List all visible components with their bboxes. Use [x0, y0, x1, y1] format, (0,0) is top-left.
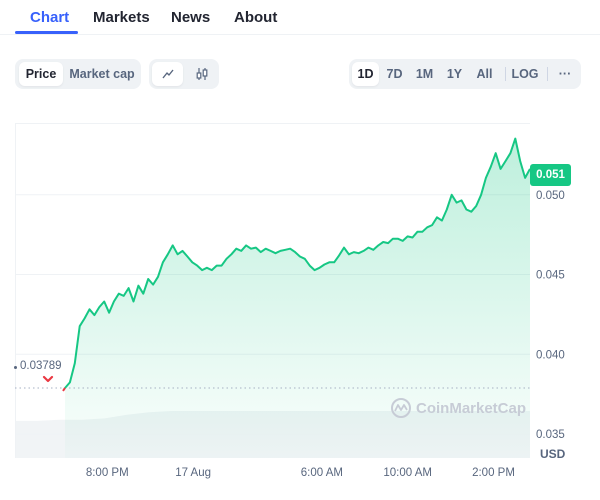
- open-price-marker: [14, 366, 17, 369]
- coinmarketcap-watermark: CoinMarketCap: [390, 397, 526, 419]
- y-tick-label: 0.040: [536, 349, 565, 361]
- y-tick-label: 0.045: [536, 270, 565, 282]
- below-open-segment: [62, 387, 66, 392]
- watermark-text: CoinMarketCap: [416, 399, 527, 417]
- x-tick-label: 2:00 PM: [472, 467, 515, 479]
- currency-label: USD: [540, 447, 566, 461]
- y-tick-label: 0.050: [536, 190, 565, 202]
- y-tick-label: 0.035: [536, 429, 565, 441]
- x-axis: 8:00 PM 17 Aug 6:00 AM 10:00 AM 2:00 PM: [86, 467, 515, 479]
- current-price-tag: 0.051: [530, 164, 571, 186]
- price-chart[interactable]: 0.050 0.045 0.040 0.035 8:00 PM 17 Aug 6:00 A…: [0, 0, 600, 500]
- x-tick-label: 10:00 AM: [383, 467, 432, 479]
- y-axis: 0.050 0.045 0.040 0.035: [536, 190, 565, 441]
- x-tick-label: 17 Aug: [175, 467, 211, 479]
- chevron-down-icon: [42, 375, 54, 383]
- x-tick-label: 6:00 AM: [301, 467, 343, 479]
- coinmarketcap-logo-icon: [391, 398, 411, 418]
- open-price-label: 0.03789: [20, 360, 62, 372]
- x-tick-label: 8:00 PM: [86, 467, 129, 479]
